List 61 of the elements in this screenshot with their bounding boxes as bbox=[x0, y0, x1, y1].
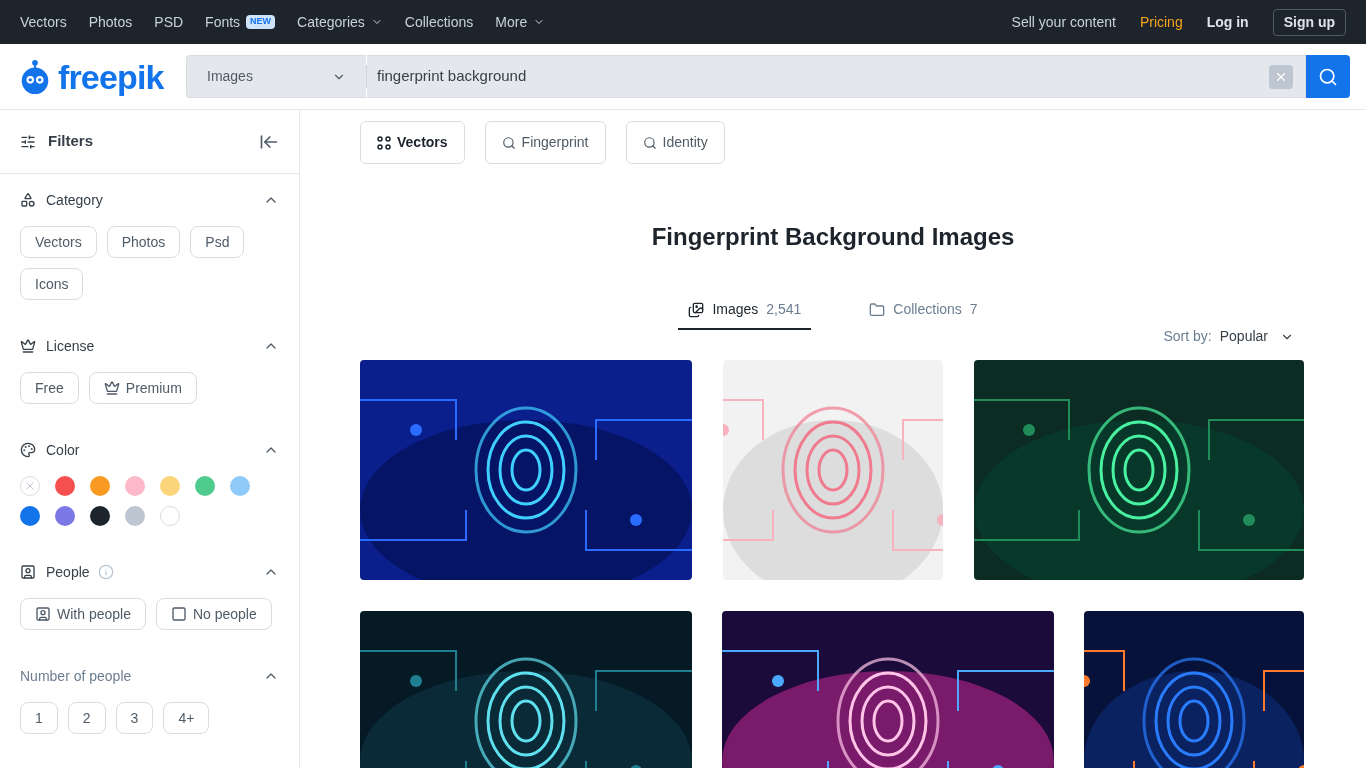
palette-icon bbox=[20, 442, 36, 458]
folder-icon bbox=[869, 301, 886, 318]
color-swatch[interactable] bbox=[160, 476, 180, 496]
color-swatch[interactable] bbox=[230, 476, 250, 496]
nav-link[interactable]: Fonts NEW bbox=[205, 11, 276, 33]
color-swatch[interactable] bbox=[90, 476, 110, 496]
color-swatch[interactable] bbox=[55, 476, 75, 496]
color-swatch[interactable] bbox=[20, 506, 40, 526]
page-heading: Fingerprint Background Images bbox=[650, 222, 1016, 252]
search-icon bbox=[1318, 66, 1338, 87]
color-swatch[interactable] bbox=[55, 506, 75, 526]
filter-chip[interactable]: No people bbox=[155, 598, 272, 630]
color-swatch[interactable] bbox=[195, 476, 215, 496]
result-tab[interactable]: Collections 7 bbox=[859, 299, 988, 330]
person-icon bbox=[20, 564, 36, 580]
related-tag[interactable]: Vectors bbox=[360, 121, 465, 164]
section-title: Color bbox=[46, 440, 80, 460]
shapes-icon bbox=[20, 192, 36, 208]
filter-chip[interactable]: Free bbox=[20, 372, 79, 404]
nav-link[interactable]: Categories bbox=[297, 11, 383, 33]
nav-link[interactable]: Pricing bbox=[1139, 11, 1183, 33]
filters-title: Filters bbox=[48, 131, 93, 152]
new-badge: NEW bbox=[246, 15, 276, 29]
nav-link[interactable]: PSD bbox=[154, 11, 184, 33]
related-tag[interactable]: Fingerprint bbox=[484, 121, 606, 164]
person-icon bbox=[35, 606, 51, 622]
section-title: People bbox=[46, 562, 90, 582]
section-title: License bbox=[46, 336, 95, 356]
filter-chip[interactable]: Psd bbox=[190, 226, 245, 258]
nav-link[interactable]: Log in bbox=[1206, 11, 1249, 33]
search-icon bbox=[501, 135, 516, 150]
color-swatch[interactable] bbox=[125, 506, 145, 526]
nav-link[interactable]: Sell your content bbox=[1011, 11, 1116, 33]
nav-link[interactable]: More bbox=[495, 11, 546, 33]
color-swatch[interactable] bbox=[125, 476, 145, 496]
related-tag[interactable]: Identity bbox=[625, 121, 725, 164]
images-icon bbox=[688, 301, 705, 318]
search-button[interactable] bbox=[1306, 55, 1350, 98]
section-title: Number of people bbox=[20, 666, 132, 686]
filter-chip[interactable]: Premium bbox=[88, 372, 197, 404]
nav-link[interactable]: Collections bbox=[404, 11, 474, 33]
sign-up-button[interactable]: Sign up bbox=[1272, 8, 1346, 36]
filter-chip[interactable]: With people bbox=[20, 598, 146, 630]
crown-icon bbox=[20, 338, 36, 354]
filter-chip[interactable]: Photos bbox=[106, 226, 181, 258]
section-title: Category bbox=[46, 190, 103, 210]
nodes-icon bbox=[377, 135, 391, 150]
nav-link[interactable]: Photos bbox=[88, 11, 133, 33]
color-swatch[interactable] bbox=[160, 506, 180, 526]
crown-icon bbox=[103, 380, 120, 396]
result-tab[interactable]: Images 2,541 bbox=[678, 299, 812, 330]
sort-dropdown[interactable]: Popular bbox=[1219, 326, 1294, 347]
nav-link[interactable]: Vectors bbox=[20, 11, 67, 33]
filters-icon bbox=[20, 133, 36, 150]
logo-wordmark[interactable]: freepik bbox=[58, 59, 164, 94]
color-swatch[interactable] bbox=[90, 506, 110, 526]
square-icon bbox=[170, 606, 187, 622]
sort-label: Sort by: bbox=[1163, 327, 1212, 346]
filter-chip[interactable]: Vectors bbox=[20, 226, 97, 258]
filter-chip[interactable]: Icons bbox=[20, 268, 84, 300]
search-icon bbox=[642, 135, 657, 150]
